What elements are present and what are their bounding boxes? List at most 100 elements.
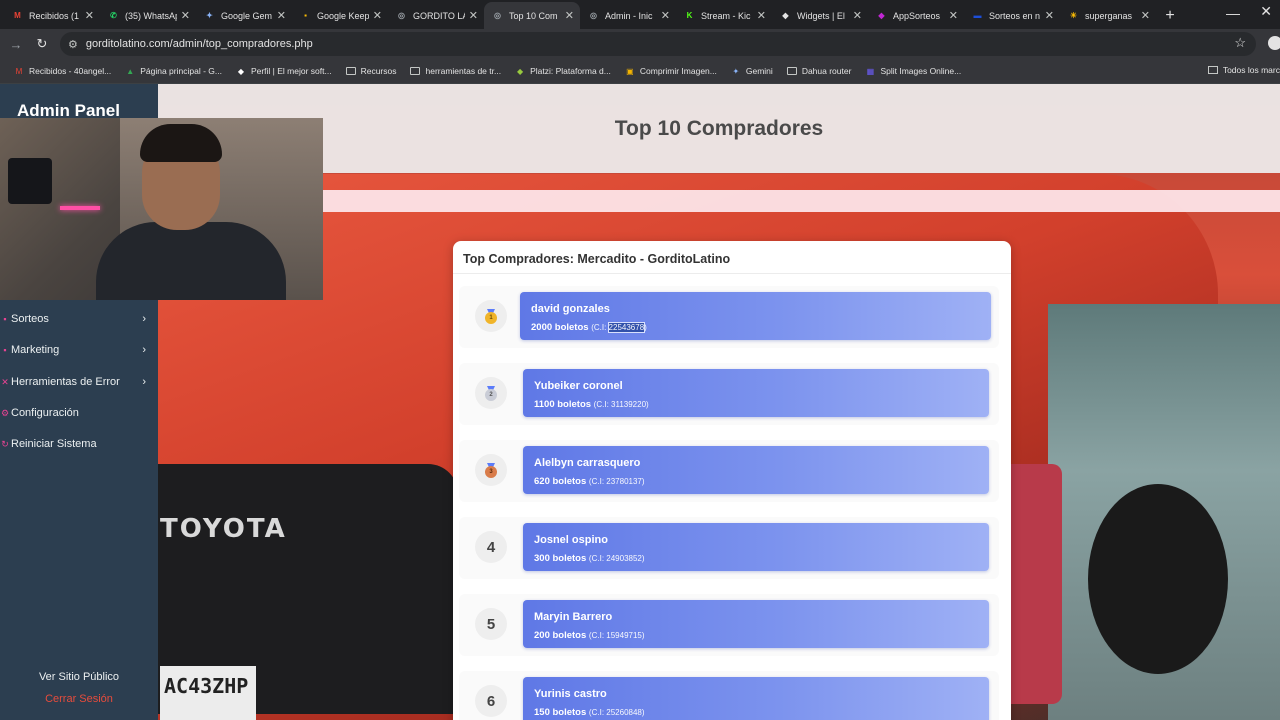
reload-icon[interactable]: ↻ <box>30 36 54 52</box>
bookmark-item[interactable]: ◆ Platzi: Plataforma d... <box>515 66 611 76</box>
buyer-bar[interactable]: Yubeiker coronel 1100 boletos (C.I: 31139… <box>523 369 989 417</box>
browser-tab[interactable]: ☀ superganas ✕ <box>1060 2 1156 29</box>
rank-number: 5 <box>486 615 496 633</box>
close-tab-icon[interactable]: ✕ <box>85 9 94 22</box>
marketing-icon: ▪ <box>3 345 7 355</box>
public-site-link[interactable]: Ver Sitio Público <box>0 671 158 683</box>
buyer-name: Alelbyn carrasquero <box>534 457 641 469</box>
ticket-count: 620 boletos <box>534 476 587 487</box>
site-info-icon[interactable]: ⚙ <box>68 38 78 51</box>
sidebar-item-configuracion[interactable]: ⚙ Configuración <box>0 401 158 425</box>
browser-tab[interactable]: ◎ Admin - Inic ✕ <box>580 2 676 29</box>
tab-title: Sorteos en n <box>989 10 1041 21</box>
logout-link[interactable]: Cerrar Sesión <box>0 693 158 705</box>
gear-icon: ⚙ <box>0 407 10 418</box>
silver-medal-icon: 2 <box>485 386 497 401</box>
bookmark-folder[interactable]: Recursos <box>345 66 396 76</box>
close-window-icon[interactable]: ✕ <box>1260 3 1272 20</box>
profile-avatar[interactable] <box>1268 36 1280 50</box>
buyer-name: david gonzales <box>531 303 610 315</box>
browser-tab[interactable]: ◆ AppSorteos ✕ <box>868 2 964 29</box>
tab-title: superganas <box>1085 10 1133 21</box>
buyer-bar[interactable]: Alelbyn carrasquero 620 boletos (C.I: 237… <box>523 446 989 494</box>
buyer-detail: 300 boletos (C.I: 24903852) <box>534 553 645 564</box>
bookmark-folder[interactable]: Dahua router <box>786 66 851 76</box>
buyer-bar[interactable]: Maryin Barrero 200 boletos (C.I: 15949715… <box>523 600 989 648</box>
bookmark-item[interactable]: M Recibidos - 40angel... <box>14 66 112 76</box>
bookmark-favicon-icon: M <box>15 66 23 76</box>
chevron-right-icon: › <box>142 313 146 325</box>
rank-number: 6 <box>486 692 496 710</box>
close-tab-icon[interactable]: ✕ <box>757 9 766 22</box>
page-header: Top 10 Compradores <box>158 84 1280 173</box>
close-tab-icon[interactable]: ✕ <box>1141 9 1150 22</box>
close-tab-icon[interactable]: ✕ <box>1045 9 1054 22</box>
tab-title: Stream - Kic <box>701 10 751 21</box>
buyer-bar[interactable]: david gonzales 2000 boletos (C.I: 2254367… <box>520 292 991 340</box>
bookmark-star-icon[interactable]: ☆ <box>1234 35 1246 51</box>
browser-tab[interactable]: ✦ Google Gem ✕ <box>196 2 292 29</box>
browser-tab[interactable]: ▬ Sorteos en n ✕ <box>964 2 1060 29</box>
rank-badge: 6 <box>475 685 507 717</box>
close-tab-icon[interactable]: ✕ <box>373 9 382 22</box>
close-tab-icon[interactable]: ✕ <box>565 9 574 22</box>
bookmark-item[interactable]: ▦ Split Images Online... <box>865 66 962 76</box>
background-brand-text: TOYOTA <box>160 514 287 544</box>
ci-prefix: C.I: <box>596 400 612 409</box>
browser-tab[interactable]: ◎ GORDITO LA ✕ <box>388 2 484 29</box>
sidebar-item-sorteos[interactable]: ▪ Sorteos › <box>0 307 158 331</box>
ci-prefix: C.I: <box>593 323 609 332</box>
forward-icon[interactable]: → <box>4 37 28 52</box>
bookmark-item[interactable]: ▲ Página principal - G... <box>125 66 222 76</box>
webcam-lamp <box>8 158 52 204</box>
tab-title: Admin - Inic <box>605 10 653 21</box>
tab-title: Google Keep <box>317 10 369 21</box>
ci-number: 23780137 <box>606 477 642 486</box>
bookmark-item[interactable]: ◆ Perfil | El mejor soft... <box>236 66 332 76</box>
bookmark-label: Comprimir Imagen... <box>639 66 717 76</box>
buyer-name: Yurinis castro <box>534 688 607 700</box>
browser-tab[interactable]: ▪ Google Keep ✕ <box>292 2 388 29</box>
new-tab-button[interactable]: + <box>1156 2 1184 29</box>
sidebar-item-marketing[interactable]: ▪ Marketing › <box>0 338 158 362</box>
tab-title: Top 10 Com <box>509 10 558 21</box>
close-tab-icon[interactable]: ✕ <box>949 9 958 22</box>
buyer-bar[interactable]: Yurinis castro 150 boletos (C.I: 25260848… <box>523 677 989 720</box>
sidebar-item-reiniciar[interactable]: ↻ Reiniciar Sistema <box>0 432 158 456</box>
buyer-row: 5 Maryin Barrero 200 boletos (C.I: 1594971… <box>459 594 999 656</box>
buyer-ci: (C.I: 25260848) <box>588 708 645 717</box>
minimize-icon[interactable]: — <box>1226 5 1240 21</box>
buyer-bar[interactable]: Josnel ospino 300 boletos (C.I: 24903852) <box>523 523 989 571</box>
bookmark-folder[interactable]: herramientas de tr... <box>410 66 501 76</box>
background-license-plate: AC43ZHP <box>160 666 256 720</box>
close-tab-icon[interactable]: ✕ <box>853 9 862 22</box>
tools-icon: ✕ <box>1 376 9 387</box>
rank-badge: 5 <box>475 608 507 640</box>
all-bookmarks-button[interactable]: Todos los marc <box>1207 65 1280 75</box>
buyer-row: 1 david gonzales 2000 boletos (C.I: 225436… <box>459 286 999 348</box>
address-bar[interactable]: ⚙ gorditolatino.com/admin/top_compradore… <box>60 32 1256 56</box>
buyer-name: Maryin Barrero <box>534 611 613 623</box>
close-tab-icon[interactable]: ✕ <box>469 9 478 22</box>
browser-tab[interactable]: K Stream - Kic ✕ <box>676 2 772 29</box>
buyer-detail: 620 boletos (C.I: 23780137) <box>534 476 645 487</box>
close-tab-icon[interactable]: ✕ <box>277 9 286 22</box>
tab-favicon-icon: ◎ <box>494 11 501 20</box>
close-tab-icon[interactable]: ✕ <box>661 9 670 22</box>
ci-number: 24903852 <box>606 554 642 563</box>
buyer-detail: 2000 boletos (C.I: 22543678) <box>531 322 647 333</box>
bookmark-label: Perfil | El mejor soft... <box>250 66 332 76</box>
webcam-rgb-light <box>60 206 100 210</box>
browser-tab[interactable]: ✆ (35) WhatsAp ✕ <box>100 2 196 29</box>
close-tab-icon[interactable]: ✕ <box>181 9 190 22</box>
browser-tab[interactable]: ◎ Top 10 Com ✕ <box>484 2 580 29</box>
buyer-row: 2 Yubeiker coronel 1100 boletos (C.I: 3113… <box>459 363 999 425</box>
browser-tab[interactable]: M Recibidos (1 ✕ <box>4 2 100 29</box>
bookmarks-bar: M Recibidos - 40angel... ▲ Página principal… <box>0 59 1280 84</box>
bookmark-item[interactable]: ✦ Gemini <box>731 66 773 76</box>
sidebar-item-herramientas-error[interactable]: ✕ Herramientas de Error › <box>0 370 158 394</box>
ticket-count: 1100 boletos <box>534 399 592 410</box>
browser-tab[interactable]: ◆ Widgets | El ✕ <box>772 2 868 29</box>
buyer-detail: 150 boletos (C.I: 25260848) <box>534 707 645 718</box>
bookmark-item[interactable]: ▣ Comprimir Imagen... <box>625 66 717 76</box>
